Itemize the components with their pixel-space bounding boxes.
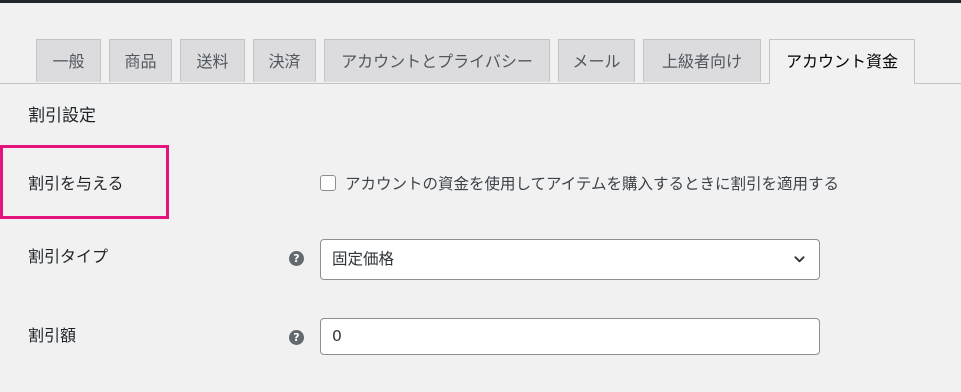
- discount-type-select[interactable]: 固定価格: [320, 239, 820, 280]
- chevron-down-icon: [794, 256, 805, 263]
- help-icon[interactable]: ?: [289, 330, 304, 345]
- tab-account-funds[interactable]: アカウント資金: [769, 39, 915, 84]
- help-icon[interactable]: ?: [289, 251, 304, 266]
- tab-advanced[interactable]: 上級者向け: [643, 39, 761, 82]
- top-admin-bar: [0, 0, 961, 3]
- tab-emails[interactable]: メール: [558, 39, 635, 82]
- tab-shipping[interactable]: 送料: [180, 39, 245, 82]
- discount-amount-value: 0: [332, 327, 342, 345]
- give-discount-option[interactable]: アカウントの資金を使用してアイテムを購入するときに割引を適用する: [320, 172, 839, 194]
- tab-products[interactable]: 商品: [109, 39, 172, 82]
- give-discount-checkbox[interactable]: [320, 175, 336, 191]
- discount-type-value: 固定価格: [332, 250, 395, 268]
- discount-type-label: 割引タイプ: [28, 247, 109, 266]
- tab-general[interactable]: 一般: [36, 39, 101, 82]
- tab-payments[interactable]: 決済: [253, 39, 316, 82]
- discount-amount-label: 割引額: [28, 326, 77, 345]
- section-title: 割引設定: [28, 106, 96, 126]
- give-discount-checkbox-label[interactable]: アカウントの資金を使用してアイテムを購入するときに割引を適用する: [345, 172, 839, 194]
- settings-tabs: 一般 商品 送料 決済 アカウントとプライバシー メール 上級者向け アカウント…: [36, 39, 915, 84]
- give-discount-label: 割引を与える: [28, 174, 124, 193]
- discount-amount-input[interactable]: 0: [320, 318, 820, 355]
- tab-accounts-privacy[interactable]: アカウントとプライバシー: [324, 39, 550, 82]
